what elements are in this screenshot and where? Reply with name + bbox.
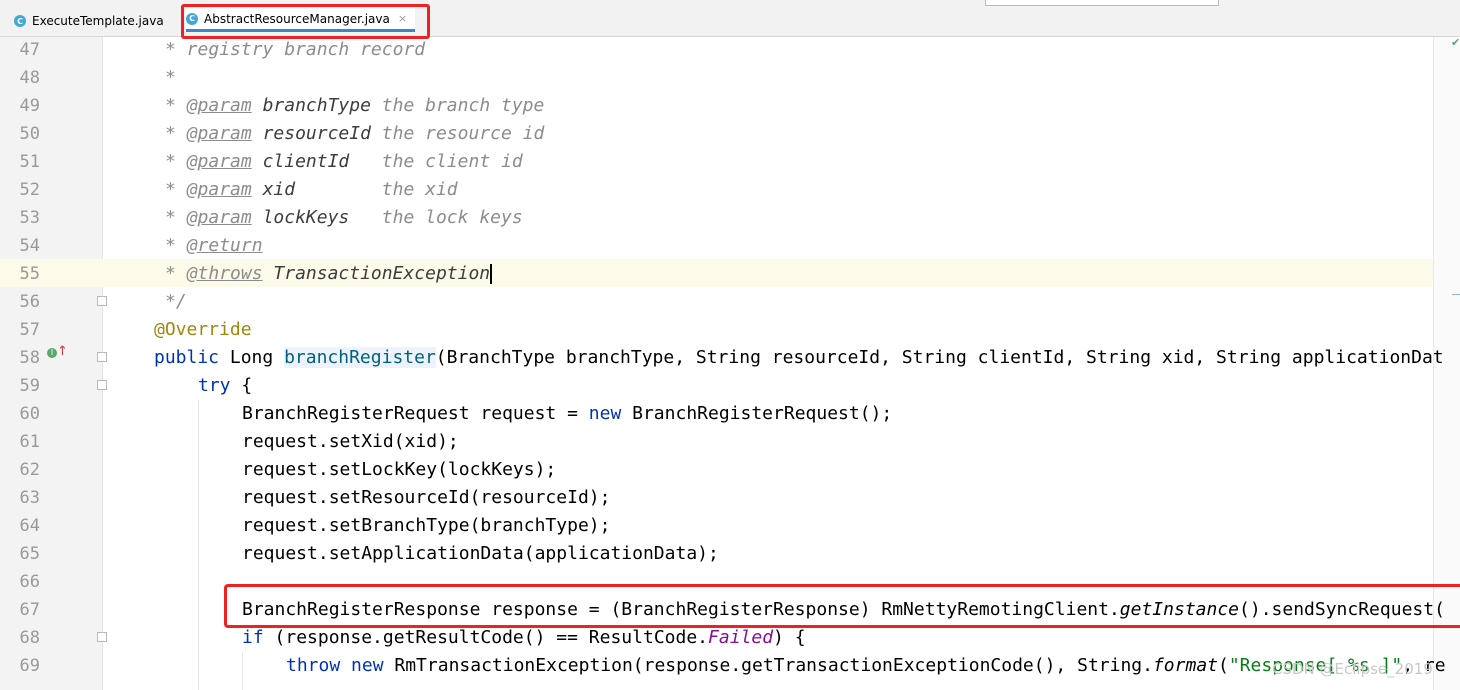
tab-execute-template[interactable]: C ExecuteTemplate.java bbox=[14, 8, 164, 34]
indent-guide bbox=[198, 400, 199, 690]
error-stripe-mark bbox=[1452, 294, 1460, 295]
watermark: CSDN @Eclipse_2019 bbox=[1272, 660, 1433, 678]
tab-highlight-annotation bbox=[181, 4, 430, 39]
code-line-55[interactable]: * @throws TransactionException bbox=[165, 260, 493, 288]
code-line-68[interactable]: if (response.getResultCode() == ResultCo… bbox=[242, 624, 806, 652]
code-line-58[interactable]: public Long branchRegister(BranchType br… bbox=[154, 344, 1444, 372]
code-line-49[interactable]: * @param branchType the branch type bbox=[165, 92, 544, 120]
class-icon: C bbox=[14, 15, 26, 27]
indent-guide bbox=[242, 652, 243, 690]
fold-marker-icon[interactable] bbox=[97, 296, 107, 306]
inspection-ok-icon[interactable]: ✔ bbox=[1451, 36, 1460, 49]
line-number: 55 bbox=[19, 264, 40, 284]
line-number: 52 bbox=[19, 180, 40, 200]
code-line-61[interactable]: request.setXid(xid); bbox=[242, 428, 459, 456]
code-line-52[interactable]: * @param xid the xid bbox=[165, 176, 458, 204]
line-number: 64 bbox=[19, 516, 40, 536]
code-line-64[interactable]: request.setBranchType(branchType); bbox=[242, 512, 610, 540]
code-line-65[interactable]: request.setApplicationData(applicationDa… bbox=[242, 540, 719, 568]
code-line-59[interactable]: try { bbox=[198, 372, 252, 400]
code-line-57[interactable]: @Override bbox=[154, 316, 252, 344]
line-number: 60 bbox=[19, 404, 40, 424]
code-line-56[interactable]: */ bbox=[165, 288, 187, 316]
fold-marker-icon[interactable] bbox=[97, 380, 107, 390]
line-number: 66 bbox=[19, 572, 40, 592]
code-line-60[interactable]: BranchRegisterRequest request = new Bran… bbox=[242, 400, 892, 428]
line-number: 54 bbox=[19, 236, 40, 256]
fold-marker-icon[interactable] bbox=[97, 632, 107, 642]
line-number: 49 bbox=[19, 96, 40, 116]
line-number: 62 bbox=[19, 460, 40, 480]
text-caret bbox=[490, 264, 493, 284]
line-number: 51 bbox=[19, 152, 40, 172]
line-number: 53 bbox=[19, 208, 40, 228]
code-highlight-annotation bbox=[224, 584, 1460, 628]
line-number: 58 bbox=[19, 348, 40, 368]
line-number: 56 bbox=[19, 292, 40, 312]
line-number: 48 bbox=[19, 68, 40, 88]
line-number: 69 bbox=[19, 656, 40, 676]
tab-label: ExecuteTemplate.java bbox=[32, 14, 164, 28]
code-line-62[interactable]: request.setLockKey(lockKeys); bbox=[242, 456, 556, 484]
code-line-50[interactable]: * @param resourceId the resource id bbox=[165, 120, 544, 148]
code-line-53[interactable]: * @param lockKeys the lock keys bbox=[165, 204, 523, 232]
line-number: 65 bbox=[19, 544, 40, 564]
code-line-48[interactable]: * bbox=[165, 64, 176, 92]
code-line-51[interactable]: * @param clientId the client id bbox=[165, 148, 523, 176]
code-line-63[interactable]: request.setResourceId(resourceId); bbox=[242, 484, 610, 512]
code-line-54[interactable]: * @return bbox=[165, 232, 263, 260]
toolbar-field[interactable] bbox=[985, 0, 1219, 6]
line-number: 63 bbox=[19, 488, 40, 508]
go-to-super-arrow-icon[interactable]: ↑ bbox=[57, 344, 68, 359]
line-number: 67 bbox=[19, 600, 40, 620]
implements-method-icon[interactable]: I bbox=[47, 348, 57, 358]
line-number: 47 bbox=[19, 40, 40, 60]
line-number: 68 bbox=[19, 628, 40, 648]
fold-marker-icon[interactable] bbox=[97, 352, 107, 362]
line-number: 50 bbox=[19, 124, 40, 144]
line-number: 57 bbox=[19, 320, 40, 340]
code-line-47[interactable]: * registry branch record bbox=[165, 36, 425, 64]
line-number: 61 bbox=[19, 432, 40, 452]
line-number: 59 bbox=[19, 376, 40, 396]
